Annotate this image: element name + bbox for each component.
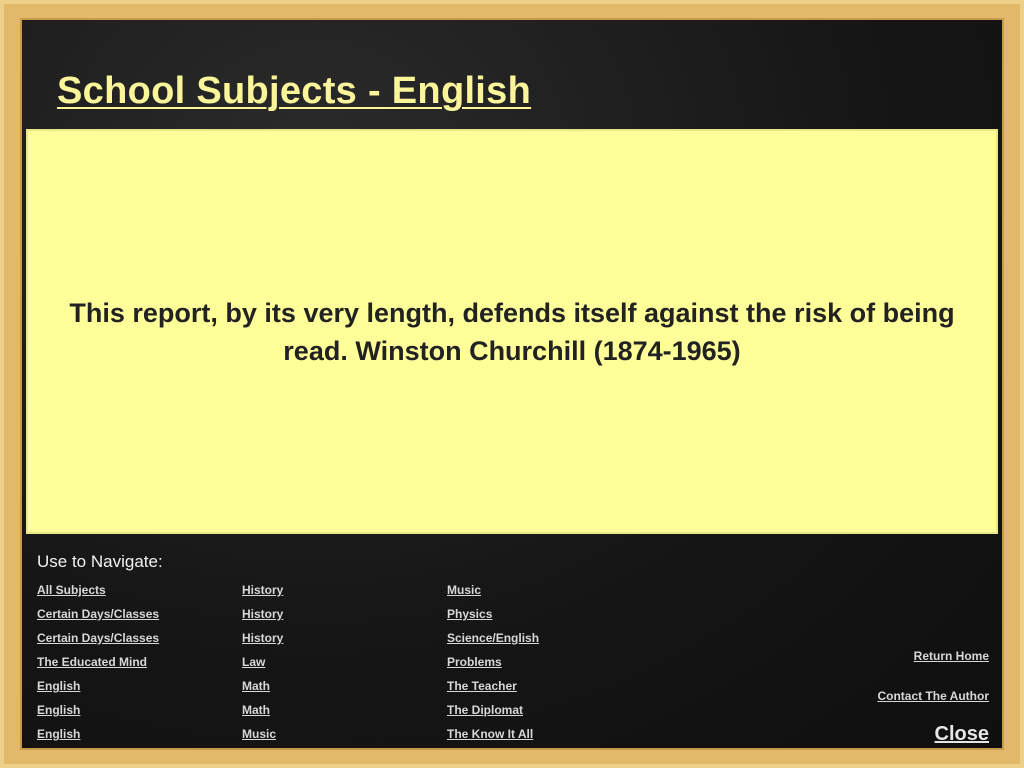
quote-panel: This report, by its very length, defends… [26, 129, 998, 534]
nav-link-history-2[interactable]: History [242, 607, 283, 621]
nav-link-science-english[interactable]: Science/English [447, 631, 539, 645]
nav-column-2: History History History Law Math Math Mu… [242, 582, 283, 750]
nav-link-music-2[interactable]: Music [447, 583, 481, 597]
nav-link-math-2[interactable]: Math [242, 703, 270, 717]
nav-link-educated-mind[interactable]: The Educated Mind [37, 655, 147, 669]
nav-link-history-3[interactable]: History [242, 631, 283, 645]
nav-link-music-1[interactable]: Music [242, 727, 276, 741]
page-title: School Subjects - English [57, 70, 532, 112]
nav-link-english-1[interactable]: English [37, 679, 80, 693]
nav-link-certain-days-classes-2[interactable]: Certain Days/Classes [37, 631, 159, 645]
contact-author-link[interactable]: Contact The Author [877, 689, 989, 703]
nav-link-english-2[interactable]: English [37, 703, 80, 717]
nav-link-all-subjects[interactable]: All Subjects [37, 583, 106, 597]
nav-link-law[interactable]: Law [242, 655, 265, 669]
nav-column-3: Music Physics Science/English Problems T… [447, 582, 539, 750]
nav-link-english-3[interactable]: English [37, 727, 80, 741]
nav-link-history-1[interactable]: History [242, 583, 283, 597]
close-button[interactable]: Close [935, 723, 989, 746]
nav-link-the-know-it-all[interactable]: The Know It All [447, 727, 533, 741]
nav-link-physics[interactable]: Physics [447, 607, 492, 621]
nav-link-math-1[interactable]: Math [242, 679, 270, 693]
return-home-link[interactable]: Return Home [914, 649, 989, 663]
nav-link-certain-days-classes[interactable]: Certain Days/Classes [37, 607, 159, 621]
quote-text: This report, by its very length, defends… [69, 297, 955, 366]
nav-link-the-teacher[interactable]: The Teacher [447, 679, 517, 693]
nav-link-the-diplomat[interactable]: The Diplomat [447, 703, 523, 717]
nav-link-problems[interactable]: Problems [447, 655, 502, 669]
nav-column-1: All Subjects Certain Days/Classes Certai… [37, 582, 159, 750]
nav-label: Use to Navigate: [37, 552, 163, 571]
